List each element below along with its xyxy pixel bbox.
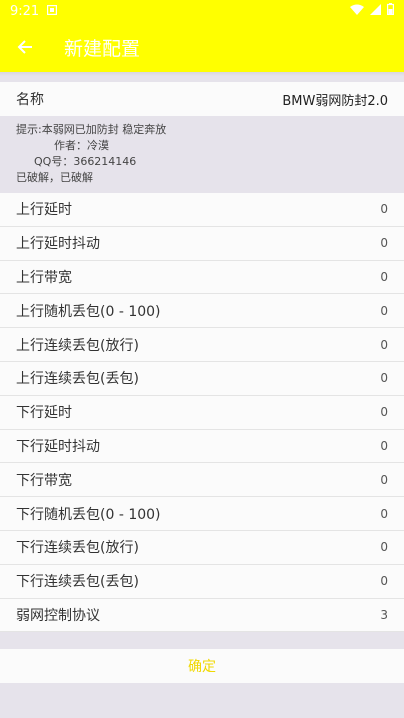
setting-label: 下行连续丢包(丢包) [16,574,139,591]
setting-value: 3 [380,607,388,622]
info-line-tip: 提示:本弱网已加防封 稳定奔放 [16,123,167,136]
setting-row[interactable]: 上行连续丢包(放行) 0 [0,328,404,362]
setting-value: 0 [380,540,388,555]
setting-value: 0 [380,438,388,453]
info-line-cracked: 已破解，已破解 [16,171,93,184]
battery-icon [387,3,395,19]
info-line-author: 作者：冷漠 [54,139,109,152]
setting-row[interactable]: 上行连续丢包(丢包) 0 [0,361,404,396]
setting-row[interactable]: 下行带宽 0 [0,463,404,498]
arrow-back-icon [17,40,32,54]
page-title: 新建配置 [64,37,141,60]
setting-label: 下行带宽 [16,472,72,489]
setting-row[interactable]: 上行延时抖动 0 [0,226,404,261]
setting-value: 0 [380,269,388,284]
setting-row[interactable]: 下行连续丢包(放行) 0 [0,530,404,565]
setting-value: 0 [380,303,388,318]
setting-label: 上行连续丢包(丢包) [16,371,139,388]
settings-list: 上行延时 0 上行延时抖动 0 上行带宽 0 上行随机丢包(0 - 100) 0 上行连… [0,193,404,633]
setting-label: 上行带宽 [16,269,72,286]
setting-row[interactable]: 上行随机丢包(0 - 100) 0 [0,294,404,329]
setting-label: 上行延时 [16,202,72,219]
setting-value: 0 [380,472,388,487]
setting-row[interactable]: 弱网控制协议 3 [0,598,404,633]
setting-row[interactable]: 下行随机丢包(0 - 100) 0 [0,497,404,531]
setting-value: 0 [380,202,388,217]
setting-label: 弱网控制协议 [16,607,100,624]
info-text: 提示:本弱网已加防封 稳定奔放 作者：冷漠 QQ号：366214146 已破解，… [16,122,166,186]
setting-label: 下行连续丢包(放行) [16,540,139,557]
setting-label: 下行延时 [16,405,72,422]
setting-label: 上行连续丢包(放行) [16,337,139,354]
setting-value: 0 [380,337,388,352]
notification-icon [47,4,58,19]
setting-row[interactable]: 下行延时抖动 0 [0,429,404,464]
name-label: 名称 [16,92,44,108]
back-button[interactable] [0,22,50,72]
toolbar-shadow [0,72,404,76]
setting-value: 0 [380,405,388,420]
setting-row[interactable]: 下行延时 0 [0,395,404,430]
setting-value: 0 [380,371,388,386]
setting-value: 0 [380,506,388,521]
setting-label: 上行随机丢包(0 - 100) [16,303,161,320]
setting-row[interactable]: 上行延时 0 [0,193,404,227]
toolbar: 新建配置 [0,22,404,72]
wifi-icon [350,4,364,19]
setting-label: 上行延时抖动 [16,236,100,253]
name-value[interactable]: BMW弱网防封2.0 [282,90,388,109]
signal-icon [370,3,381,19]
setting-label: 下行随机丢包(0 - 100) [16,506,161,523]
status-time: 9:21 [10,3,40,19]
setting-value: 0 [380,574,388,589]
info-line-qq: QQ号：366214146 [34,155,137,168]
setting-value: 0 [380,236,388,251]
confirm-button[interactable]: 确定 [0,649,404,683]
name-row[interactable]: 名称 BMW弱网防封2.0 [0,82,404,116]
setting-label: 下行延时抖动 [16,438,100,455]
setting-row[interactable]: 下行连续丢包(丢包) 0 [0,564,404,599]
status-bar: 9:21 [0,0,404,22]
setting-row[interactable]: 上行带宽 0 [0,260,404,295]
